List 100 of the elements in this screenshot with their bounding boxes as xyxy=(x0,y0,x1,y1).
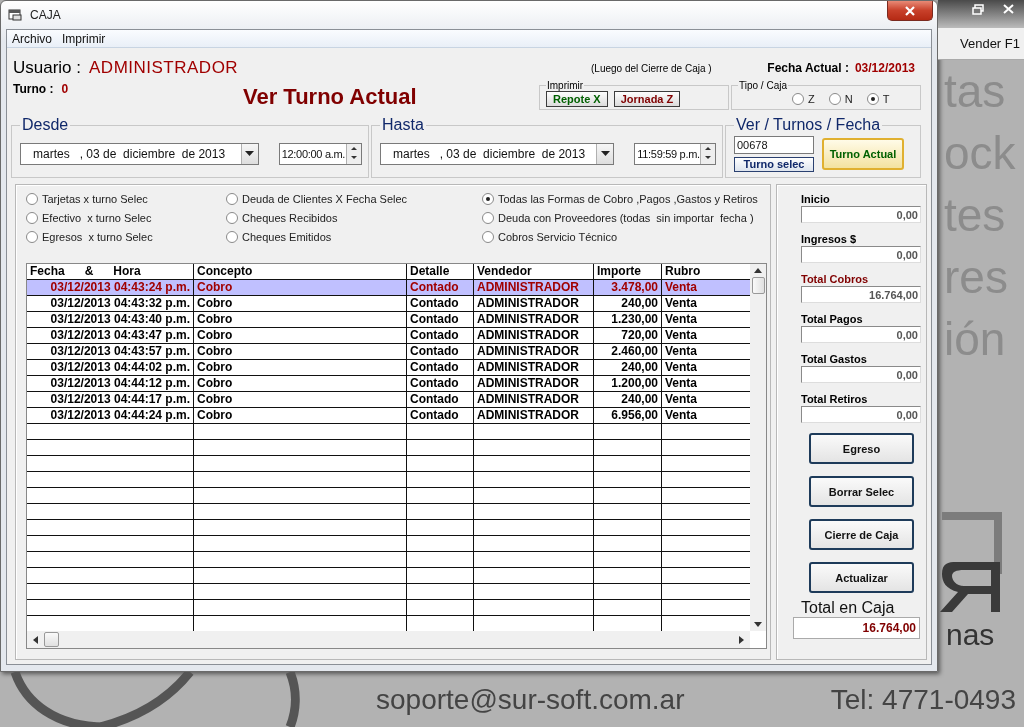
print-button[interactable]: Repote X xyxy=(546,91,608,107)
total-field[interactable]: 0,00 xyxy=(801,206,921,223)
table-row[interactable]: 03/12/2013 04:43:32 p.m. Cobro Contado ADMINISTRADOR 240,00 Venta xyxy=(27,296,750,312)
table-row[interactable]: 03/12/2013 04:43:24 p.m. Cobro Contado ADMINISTRADOR 3.478,00 Venta xyxy=(27,280,750,296)
total-label: Total Cobros xyxy=(801,273,869,286)
radio-button[interactable] xyxy=(482,212,494,224)
group-title: Ver / Turnos / Fecha xyxy=(735,117,882,134)
radio-button[interactable] xyxy=(26,231,38,243)
radio-button[interactable] xyxy=(226,231,238,243)
table-cell: Contado xyxy=(407,344,474,359)
table-cell: ADMINISTRADOR xyxy=(474,296,594,311)
table-row[interactable]: 03/12/2013 04:44:12 p.m. Cobro Contado ADMINISTRADOR 1.200,00 Venta xyxy=(27,376,750,392)
note-text: (Luego del Cierre de Caja ) xyxy=(591,62,712,74)
total-field[interactable]: 0,00 xyxy=(801,406,921,423)
radio-button[interactable] xyxy=(482,193,494,205)
radio-button[interactable] xyxy=(482,231,494,243)
table-cell: 2.460,00 xyxy=(594,344,662,359)
total-field[interactable]: 0,00 xyxy=(801,366,921,383)
total-label: Ingresos $ xyxy=(801,233,858,246)
vertical-scrollbar[interactable] xyxy=(750,264,766,631)
app-icon xyxy=(8,9,22,21)
radio-label[interactable]: N xyxy=(844,93,853,105)
table-row[interactable]: 03/12/2013 04:44:24 p.m. Cobro Contado ADMINISTRADOR 6.956,00 Venta xyxy=(27,408,750,424)
dropdown-button[interactable] xyxy=(240,143,258,164)
radio-button[interactable] xyxy=(828,93,841,105)
column-header[interactable]: Concepto xyxy=(194,264,407,279)
column-header[interactable]: Fecha & Hora xyxy=(27,264,194,279)
table-cell: Contado xyxy=(407,392,474,407)
menu-item[interactable]: Imprimir xyxy=(59,30,109,47)
table-row[interactable]: 03/12/2013 04:44:17 p.m. Cobro Contado ADMINISTRADOR 240,00 Venta xyxy=(27,392,750,408)
date-label: Fecha Actual : xyxy=(767,61,849,75)
table-cell: Cobro xyxy=(194,376,407,391)
action-button[interactable]: Egreso xyxy=(809,433,914,464)
table-cell: 03/12/2013 04:44:02 p.m. xyxy=(27,360,194,375)
radio-label[interactable]: Z xyxy=(808,93,815,105)
table-row[interactable]: 03/12/2013 04:43:57 p.m. Cobro Contado ADMINISTRADOR 2.460,00 Venta xyxy=(27,344,750,360)
table-cell: 1.230,00 xyxy=(594,312,662,327)
date-field[interactable]: martes , 03 de diciembre de 2013 xyxy=(20,142,259,165)
horizontal-scrollbar[interactable] xyxy=(27,631,750,648)
radio-label[interactable]: Cheques Recibidos xyxy=(242,212,338,224)
time-field[interactable]: 12:00:00 a.m. xyxy=(278,142,362,165)
restore-icon xyxy=(972,3,984,15)
scroll-thumb[interactable] xyxy=(44,632,59,647)
action-button[interactable]: Actualizar xyxy=(809,562,914,593)
radio-label[interactable]: Efectivo x turno Selec xyxy=(42,212,152,224)
column-header[interactable]: Vendedor xyxy=(474,264,594,279)
radio-label[interactable]: Cheques Emitidos xyxy=(242,231,332,243)
time-field[interactable]: 11:59:59 p.m. xyxy=(634,142,716,165)
close-button[interactable] xyxy=(887,1,933,21)
total-field[interactable]: 16.764,00 xyxy=(801,286,921,303)
current-turn-button[interactable]: Turno Actual xyxy=(822,137,904,170)
table-cell: ADMINISTRADOR xyxy=(474,360,594,375)
total-label: Total Gastos xyxy=(801,353,868,366)
total-field[interactable]: 0,00 xyxy=(801,326,921,343)
dropdown-button[interactable] xyxy=(596,143,614,164)
down-arrow-icon[interactable] xyxy=(754,622,762,627)
spin-buttons[interactable] xyxy=(346,143,361,164)
radio-label[interactable]: Cobros Servicio Técnico xyxy=(498,231,617,243)
table-cell: ADMINISTRADOR xyxy=(474,312,594,327)
turno-field[interactable]: 00678 xyxy=(734,135,814,154)
scroll-thumb[interactable] xyxy=(751,277,765,294)
table-cell: ADMINISTRADOR xyxy=(474,376,594,391)
caret-icon xyxy=(600,151,610,156)
radio-button[interactable] xyxy=(26,193,38,205)
table-cell: Cobro xyxy=(194,328,407,343)
user-name: ADMINISTRADOR xyxy=(89,58,239,78)
table-row[interactable]: 03/12/2013 04:44:02 p.m. Cobro Contado ADMINISTRADOR 240,00 Venta xyxy=(27,360,750,376)
radio-label[interactable]: T xyxy=(882,93,890,105)
spin-buttons[interactable] xyxy=(700,143,715,164)
table-cell: 03/12/2013 04:43:57 p.m. xyxy=(27,344,194,359)
menu-item[interactable]: Archivo xyxy=(9,30,55,47)
radio-button[interactable] xyxy=(226,212,238,224)
radio-button[interactable] xyxy=(866,93,879,105)
turno-select-button[interactable]: Turno selec xyxy=(734,156,814,172)
radio-label[interactable]: Deuda con Proveedores (todas sin importar fecha ) xyxy=(498,212,754,224)
total-caja-field[interactable]: 16.764,00 xyxy=(793,617,920,639)
table-row[interactable]: 03/12/2013 04:43:40 p.m. Cobro Contado ADMINISTRADOR 1.230,00 Venta xyxy=(27,312,750,328)
radio-button[interactable] xyxy=(26,212,38,224)
print-button[interactable]: Jornada Z xyxy=(613,91,681,107)
date-field[interactable]: martes , 03 de diciembre de 2013 xyxy=(380,142,615,165)
menu-item[interactable]: Vender F1 xyxy=(960,36,1020,51)
column-header[interactable]: Importe xyxy=(594,264,662,279)
action-button[interactable]: Cierre de Caja xyxy=(809,519,914,550)
table-cell: 240,00 xyxy=(594,296,662,311)
up-arrow-icon[interactable] xyxy=(754,268,762,273)
table-row[interactable]: 03/12/2013 04:43:47 p.m. Cobro Contado ADMINISTRADOR 720,00 Venta xyxy=(27,328,750,344)
table-cell: Cobro xyxy=(194,344,407,359)
radio-label[interactable]: Deuda de Clientes X Fecha Selec xyxy=(242,193,408,205)
radio-label[interactable]: Tarjetas x turno Selec xyxy=(42,193,148,205)
radio-button[interactable] xyxy=(226,193,238,205)
table-cell: 6.956,00 xyxy=(594,408,662,423)
radio-label[interactable]: Egresos x turno Selec xyxy=(42,231,153,243)
left-arrow-icon[interactable] xyxy=(33,635,38,644)
table-cell: 240,00 xyxy=(594,360,662,375)
radio-button[interactable] xyxy=(792,93,804,105)
action-button[interactable]: Borrar Selec xyxy=(809,476,914,507)
total-field[interactable]: 0,00 xyxy=(801,246,921,263)
radio-label[interactable]: Todas las Formas de Cobro ,Pagos ,Gastos y Retiros xyxy=(498,193,758,205)
right-arrow-icon[interactable] xyxy=(739,635,744,644)
column-header[interactable]: Detalle xyxy=(407,264,474,279)
